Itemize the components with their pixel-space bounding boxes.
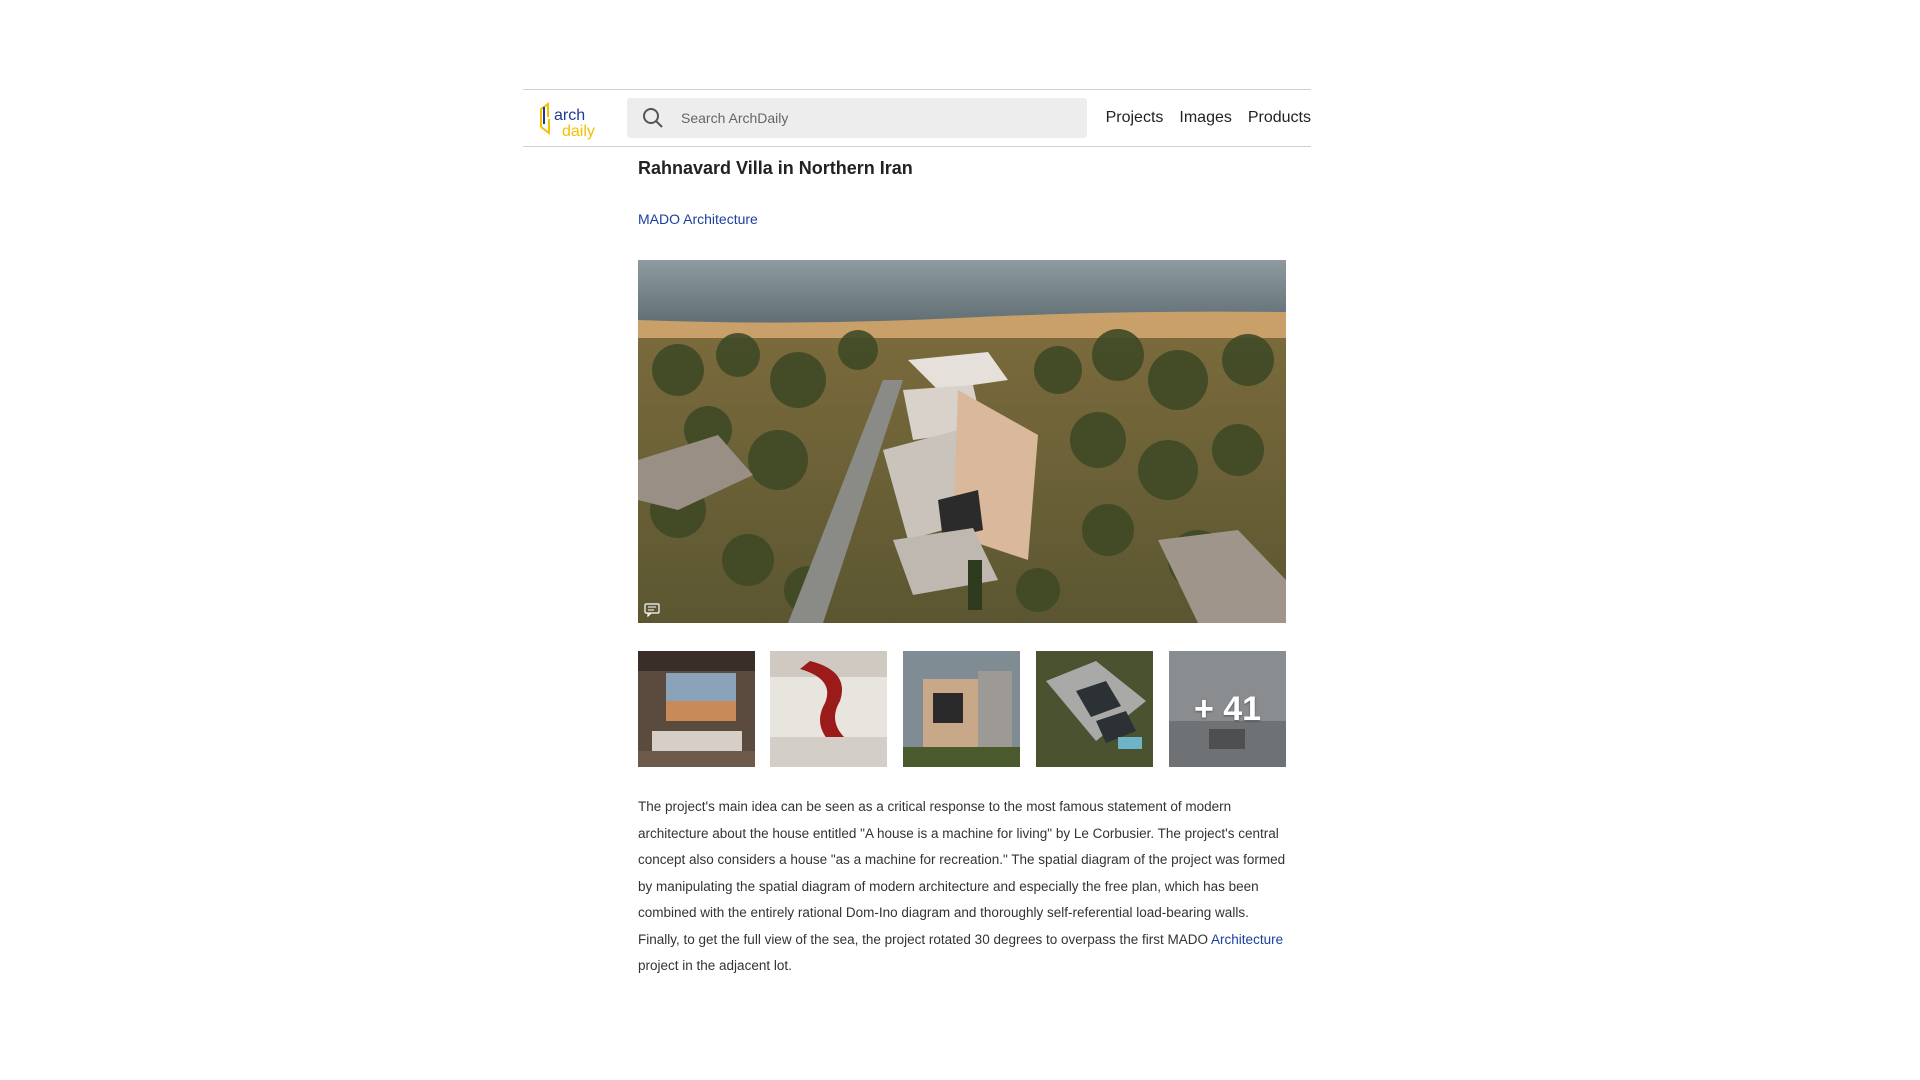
- gallery-more-count[interactable]: + 41: [1169, 651, 1286, 767]
- article-body: The project's main idea can be seen as a…: [638, 794, 1288, 980]
- nav-projects[interactable]: Projects: [1106, 109, 1164, 127]
- article-body-text-end: project in the adjacent lot.: [638, 958, 792, 973]
- gallery-thumb-more[interactable]: + 41: [1169, 651, 1286, 767]
- thumb-staircase-image: [770, 651, 887, 767]
- nav-products[interactable]: Products: [1248, 109, 1311, 127]
- architecture-link[interactable]: Architecture: [1211, 932, 1283, 947]
- nav-images[interactable]: Images: [1179, 109, 1231, 127]
- thumb-bedroom-image: [638, 651, 755, 767]
- caption-icon[interactable]: [644, 603, 660, 617]
- gallery-thumbnails: + 41: [638, 651, 1286, 767]
- search-input[interactable]: [679, 109, 1063, 127]
- archdaily-logo[interactable]: arch daily: [535, 97, 603, 141]
- site-header: arch daily Projects Images Products: [523, 89, 1311, 147]
- logo-text-daily: daily: [562, 123, 595, 140]
- thumb-roof-image: [1036, 651, 1153, 767]
- gallery-thumb-2[interactable]: [770, 651, 887, 767]
- gallery-thumb-1[interactable]: [638, 651, 755, 767]
- logo-text-arch: arch: [554, 107, 585, 124]
- hero-render: [638, 260, 1286, 623]
- logo-mark: arch daily: [540, 102, 595, 140]
- thumb-facade-image: [903, 651, 1020, 767]
- hero-image[interactable]: [638, 260, 1286, 623]
- search-icon[interactable]: [641, 106, 665, 130]
- gallery-thumb-3[interactable]: [903, 651, 1020, 767]
- search-bar[interactable]: [627, 98, 1087, 138]
- page: arch daily Projects Images Products Rahn…: [0, 0, 1920, 1080]
- article-body-text: The project's main idea can be seen as a…: [638, 799, 1286, 947]
- gallery-thumb-4[interactable]: [1036, 651, 1153, 767]
- author-link[interactable]: MADO Architecture: [638, 211, 758, 227]
- main-nav: Projects Images Products: [1106, 90, 1311, 146]
- article-title: Rahnavard Villa in Northern Iran: [638, 158, 913, 178]
